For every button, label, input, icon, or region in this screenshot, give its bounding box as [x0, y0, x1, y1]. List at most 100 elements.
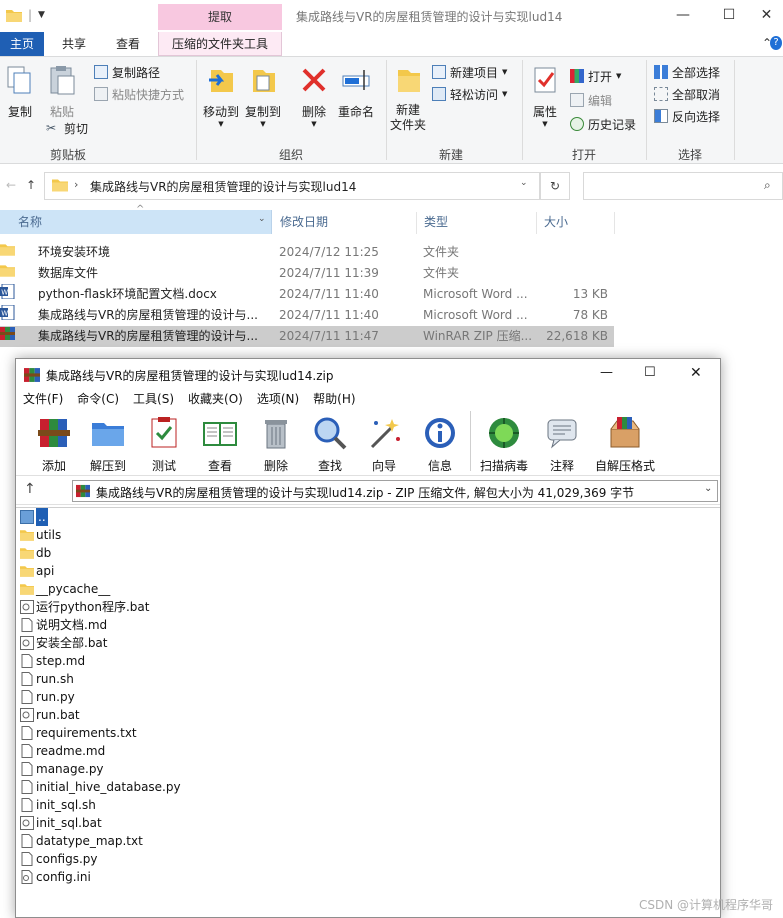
open-group-label: 打开 — [571, 148, 596, 162]
folder-icon — [20, 584, 34, 595]
magic-wand-icon — [370, 419, 400, 449]
delete-dropdown-icon: ▼ — [311, 120, 317, 128]
new-item-button[interactable]: 新建项目 ▼ — [432, 62, 507, 82]
word-document-icon: W — [0, 283, 15, 300]
open-button[interactable]: 打开 ▼ — [570, 66, 621, 86]
new-folder-button[interactable]: 新建 文件夹 — [388, 64, 428, 133]
file-name: 数据库文件 — [38, 266, 99, 280]
back-arrow-icon[interactable]: ← — [6, 178, 16, 192]
refresh-button[interactable]: ↻ — [540, 172, 570, 200]
close-button[interactable]: ✕ — [750, 0, 783, 32]
file-row[interactable]: 数据库文件 2024/7/11 11:39 文件夹 — [0, 263, 614, 284]
search-input[interactable] — [583, 172, 783, 200]
address-path[interactable]: 集成路线与VR的房屋租赁管理的设计与实现lud14 — [90, 178, 356, 195]
column-header-date[interactable]: 修改日期 — [262, 210, 412, 234]
edit-button[interactable]: 编辑 — [570, 90, 612, 110]
file-type: 文件夹 — [423, 245, 460, 259]
tool-delete-button[interactable]: 删除 — [254, 415, 298, 474]
tab-home[interactable]: 主页 — [0, 32, 44, 56]
tool-find-button[interactable]: 查找 — [308, 415, 352, 474]
properties-button[interactable]: 属性 ▼ — [528, 64, 562, 128]
context-tab-extract[interactable]: 提取 — [158, 4, 282, 30]
column-header-name[interactable]: 名称 — [0, 210, 272, 234]
path-dropdown-icon[interactable]: ⌄ — [704, 483, 712, 494]
tool-comment-button[interactable]: 注释 — [540, 415, 584, 474]
winrar-app-icon — [24, 368, 40, 382]
copy-to-button[interactable]: 复制到 ▼ — [244, 64, 282, 128]
file-row[interactable]: W 集成路线与VR的房屋租赁管理的设计与... 2024/7/11 11:40 … — [0, 304, 614, 326]
file-icon — [21, 726, 33, 740]
delete-button[interactable]: 删除 ▼ — [298, 64, 330, 128]
menu-tools[interactable]: 工具(S) — [126, 389, 181, 409]
invert-selection-button[interactable]: 反向选择 — [654, 106, 720, 126]
maximize-button[interactable]: ☐ — [706, 0, 752, 32]
up-arrow-icon[interactable]: ↑ — [24, 481, 36, 497]
minimize-button[interactable]: — — [660, 0, 706, 32]
breadcrumb-chevron-icon[interactable]: › — [74, 178, 78, 191]
column-separator[interactable] — [614, 212, 615, 234]
tool-test-button[interactable]: 测试 — [142, 415, 186, 474]
batch-file-icon — [20, 708, 34, 722]
file-row[interactable]: W python-flask环境配置文档.docx 2024/7/11 11:4… — [0, 283, 614, 305]
tool-scan-virus-button[interactable]: 扫描病毒 — [476, 415, 532, 474]
select-all-button[interactable]: 全部选择 — [654, 62, 720, 82]
view-book-icon — [203, 422, 237, 446]
svg-text:W: W — [1, 289, 8, 297]
new-item-icon — [432, 65, 446, 79]
quick-access-dropdown-icon[interactable]: ▼ — [38, 10, 45, 20]
menu-favorites[interactable]: 收藏夹(O) — [181, 389, 250, 409]
address-dropdown-icon[interactable]: ⌄ — [520, 178, 528, 188]
file-date: 2024/7/11 11:40 — [279, 287, 379, 301]
winrar-close-button[interactable]: ✕ — [690, 365, 702, 381]
help-icon[interactable]: ? — [770, 36, 782, 50]
copy-path-icon — [94, 65, 108, 79]
add-archive-icon — [38, 419, 70, 447]
tool-extract-to-button[interactable]: 解压到 — [86, 415, 130, 474]
move-to-button[interactable]: 移动到 ▼ — [202, 64, 240, 128]
menu-commands[interactable]: 命令(C) — [70, 389, 126, 409]
tool-info-button[interactable]: 信息 — [418, 415, 462, 474]
move-to-dropdown-icon: ▼ — [218, 120, 224, 128]
menu-file[interactable]: 文件(F) — [16, 389, 70, 409]
tab-view[interactable]: 查看 — [108, 32, 148, 56]
rename-button[interactable]: 重命名 — [336, 64, 376, 120]
winrar-path-text: 集成路线与VR的房屋租赁管理的设计与实现lud14.zip - ZIP 压缩文件… — [96, 486, 635, 500]
winrar-archive-icon — [0, 327, 15, 340]
invert-selection-icon — [654, 109, 668, 123]
file-row[interactable]: 环境安装环境 2024/7/12 11:25 文件夹 — [0, 242, 614, 263]
organize-group-label: 组织 — [278, 148, 303, 162]
column-header-size[interactable]: 大小 — [526, 210, 606, 234]
copy-path-button[interactable]: 复制路径 — [94, 62, 160, 82]
tool-scan-virus-label: 扫描病毒 — [479, 459, 528, 473]
file-row-selected[interactable]: 集成路线与VR的房屋租赁管理的设计与... 2024/7/11 11:47 Wi… — [0, 326, 614, 347]
batch-file-icon — [20, 636, 34, 650]
easy-access-dropdown-icon: ▼ — [502, 90, 508, 98]
column-header-type[interactable]: 类型 — [406, 210, 526, 234]
tool-add-button[interactable]: 添加 — [32, 415, 76, 474]
paste-shortcut-button[interactable]: 粘贴快捷方式 — [94, 84, 184, 104]
menu-options[interactable]: 选项(N) — [250, 389, 306, 409]
tool-sfx-label: 自解压格式 — [594, 459, 655, 473]
paste-button[interactable]: 粘贴 — [46, 64, 78, 120]
history-button[interactable]: 历史记录 — [570, 114, 636, 134]
tool-wizard-button[interactable]: 向导 — [362, 415, 406, 474]
winrar-minimize-button[interactable]: — — [600, 365, 613, 380]
tab-compressed-folder-tools[interactable]: 压缩的文件夹工具 — [158, 32, 282, 56]
history-icon — [570, 117, 584, 131]
winrar-maximize-button[interactable]: ☐ — [644, 365, 656, 380]
tab-share[interactable]: 共享 — [54, 32, 94, 56]
file-type: 文件夹 — [423, 266, 460, 280]
menu-help[interactable]: 帮助(H) — [306, 389, 362, 409]
easy-access-button[interactable]: 轻松访问 ▼ — [432, 84, 507, 104]
folder-icon[interactable] — [6, 9, 22, 22]
up-arrow-icon[interactable]: ↑ — [26, 178, 36, 192]
tool-sfx-button[interactable]: 自解压格式 — [594, 415, 656, 474]
file-size: 13 KB — [572, 287, 608, 301]
move-to-icon — [209, 70, 233, 92]
easy-access-icon — [432, 87, 446, 101]
cut-button[interactable]: ✂ 剪切 — [46, 118, 88, 138]
select-none-button[interactable]: 全部取消 — [654, 84, 720, 104]
copy-button[interactable]: 复制 — [4, 64, 36, 120]
tool-view-button[interactable]: 查看 — [198, 415, 242, 474]
extract-folder-icon — [92, 423, 124, 446]
